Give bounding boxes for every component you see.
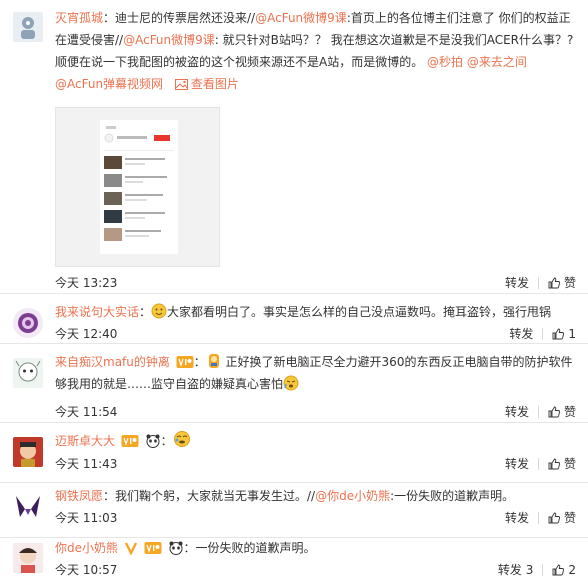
- avatar[interactable]: [13, 437, 43, 467]
- mention-link[interactable]: @AcFun微博9课: [255, 11, 347, 25]
- vip-badge-icon: [121, 435, 139, 447]
- like-button[interactable]: 赞: [548, 455, 576, 473]
- comment-item: 钢铁凤愿：我们鞠个躬，大家就当无事发生过。//@你de小奶熊:一份失败的道歉声明…: [0, 483, 588, 538]
- divider: [537, 512, 539, 524]
- repost-button[interactable]: 转发: [505, 509, 529, 527]
- repost-button[interactable]: 转发 3: [498, 561, 533, 579]
- emoji-icon: [283, 375, 299, 391]
- like-button[interactable]: 赞: [548, 403, 576, 421]
- comment-item: 我来说句大实话： 大家都看明白了。事实是怎么样的自己没点逼数吗。掩耳盗铃，强行甩锅…: [0, 294, 588, 344]
- like-button[interactable]: 赞: [548, 509, 576, 527]
- avatar[interactable]: [13, 308, 43, 338]
- like-label: 赞: [563, 276, 576, 290]
- vip-v-badge-icon: [124, 542, 137, 555]
- thumb-up-icon: [548, 512, 560, 524]
- avatar[interactable]: [13, 491, 43, 521]
- thumb-up-icon: [552, 328, 565, 340]
- repost-button[interactable]: 转发: [509, 325, 533, 343]
- attached-image[interactable]: [55, 107, 220, 267]
- comment-item: 迈斯卓大大 ： 今天 11:43 转发 赞: [0, 423, 588, 483]
- emoji-icon: [151, 303, 167, 319]
- like-label: 赞: [563, 511, 576, 525]
- colon: ：: [139, 305, 152, 319]
- thumb-up-icon: [548, 458, 560, 470]
- comment-meta: 今天 13:23 转发 赞: [55, 274, 576, 292]
- username[interactable]: 钢铁凤愿: [55, 489, 103, 503]
- like-button[interactable]: 2: [552, 561, 576, 579]
- like-button[interactable]: 赞: [548, 274, 576, 292]
- divider: [542, 328, 544, 340]
- mention-link[interactable]: @来去之间: [467, 55, 527, 69]
- like-count: 2: [568, 563, 576, 577]
- username[interactable]: 迈斯卓大大: [55, 434, 115, 448]
- emoji-icon: [173, 431, 190, 447]
- username[interactable]: 我来说句大实话: [55, 305, 139, 319]
- vip-badge-icon: [144, 542, 162, 554]
- panda-icon: [169, 541, 182, 555]
- divider: [537, 458, 539, 470]
- colon: ：: [160, 434, 173, 448]
- timestamp: 今天 13:23: [55, 276, 118, 290]
- timestamp: 今天 10:57: [55, 563, 118, 577]
- thumb-up-icon: [548, 406, 560, 418]
- comment-text: 大家都看明白了。事实是怎么样的自己没点逼数吗。掩耳盗铃，强行甩锅: [167, 305, 552, 319]
- comment-item: 来自痴汉mafu的钟离 ： 正好换了新电脑正尽全力避开360的东西反正电脑自带的…: [0, 344, 588, 423]
- panda-icon: [146, 434, 160, 448]
- view-image-label: 查看图片: [190, 77, 239, 91]
- timestamp: 今天 11:54: [55, 405, 118, 419]
- divider: [537, 277, 539, 289]
- repost-button[interactable]: 转发: [505, 403, 529, 421]
- timestamp: 今天 11:43: [55, 457, 118, 471]
- timestamp: 今天 12:40: [55, 327, 118, 341]
- username[interactable]: 来自痴汉mafu的钟离: [55, 355, 170, 369]
- divider: [542, 564, 544, 576]
- timestamp: 今天 11:03: [55, 511, 118, 525]
- repost-button[interactable]: 转发: [505, 274, 529, 292]
- colon: ：: [193, 355, 206, 369]
- like-button[interactable]: 1: [552, 325, 576, 343]
- repost-button[interactable]: 转发: [505, 455, 529, 473]
- mention-link[interactable]: @AcFun弹幕视频网: [55, 77, 163, 91]
- comment-item: 灭宵孤城：迪士尼的传票居然还没来//@AcFun微博9课:首页上的各位博主们注意…: [0, 0, 588, 294]
- vip-badge-icon: [176, 356, 194, 368]
- avatar[interactable]: [13, 12, 43, 42]
- image-icon: [174, 79, 188, 90]
- comment-text-part: :一份失败的道歉声明。: [390, 489, 515, 503]
- divider: [537, 406, 539, 418]
- comment-text-part: ：我们鞠个躬，大家就当无事发生过。//: [103, 489, 316, 503]
- username[interactable]: 你de小奶熊: [55, 541, 118, 555]
- avatar[interactable]: [13, 543, 43, 573]
- thumb-up-icon: [552, 564, 565, 576]
- thumb-up-icon: [548, 277, 560, 289]
- mention-link[interactable]: @你de小奶熊: [315, 489, 390, 503]
- comment-text: 灭宵孤城：迪士尼的传票居然还没来//@AcFun微博9课:首页上的各位博主们注意…: [55, 7, 576, 95]
- emoji-icon: [208, 354, 219, 368]
- like-count: 1: [568, 327, 576, 341]
- like-label: 赞: [563, 405, 576, 419]
- avatar[interactable]: [13, 358, 43, 388]
- comment-text: ：一份失败的道歉声明。: [183, 541, 316, 555]
- mention-link[interactable]: @AcFun微博9课: [123, 33, 215, 47]
- username[interactable]: 灭宵孤城: [55, 11, 103, 25]
- mention-link[interactable]: @秒拍: [427, 55, 463, 69]
- comment-item: 你de小奶熊 ：一份失败的道歉声明。 今天 10:57 转发 3 2: [0, 538, 588, 587]
- view-image-link[interactable]: 查看图片: [174, 77, 239, 91]
- comment-text-part: ：迪士尼的传票居然还没来//: [103, 11, 256, 25]
- like-label: 赞: [563, 457, 576, 471]
